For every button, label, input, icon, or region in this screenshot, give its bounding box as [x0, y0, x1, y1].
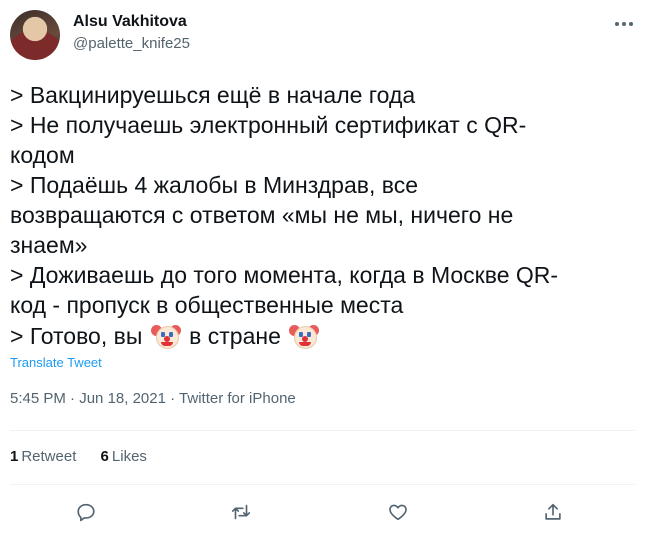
- tweet-line: > Доживаешь до того момента, когда в Мос…: [10, 262, 559, 288]
- tweet-line: > Вакцинируешься ещё в начале года: [10, 82, 416, 108]
- share-icon[interactable]: [538, 497, 568, 527]
- avatar[interactable]: [10, 10, 60, 60]
- author-handle[interactable]: @palette_knife25: [73, 34, 190, 54]
- divider: [10, 430, 635, 431]
- tweet-line-last: > Готово, вы в стране: [10, 320, 635, 351]
- tweet-line-part: > Готово, вы: [10, 323, 143, 349]
- author-names: Alsu Vakhitova @palette_knife25: [73, 12, 190, 54]
- tweet-header: Alsu Vakhitova @palette_knife25: [10, 10, 635, 62]
- retweets-label: Retweet: [21, 448, 77, 465]
- likes-count: 6: [100, 448, 109, 465]
- tweet-actions: [0, 497, 649, 529]
- author-display-name[interactable]: Alsu Vakhitova: [73, 12, 190, 32]
- reply-icon[interactable]: [71, 497, 101, 527]
- divider: [10, 484, 635, 485]
- likes-label: Likes: [111, 448, 147, 465]
- retweet-icon[interactable]: [226, 497, 256, 527]
- tweet-line: знаем»: [10, 232, 88, 258]
- tweet-line: > Подаёшь 4 жалобы в Минздрав, все: [10, 172, 419, 198]
- like-icon[interactable]: [383, 497, 413, 527]
- tweet-text: > Вакцинируешься ещё в начале года > Не …: [10, 80, 635, 351]
- tweet-time[interactable]: 5:45 PM: [10, 390, 66, 407]
- clown-face-icon: [150, 320, 181, 350]
- tweet-meta: 5:45 PM · Jun 18, 2021 · Twitter for iPh…: [10, 390, 296, 407]
- likes-stat[interactable]: 6 Likes: [101, 448, 147, 465]
- tweet-line-part: в стране: [189, 323, 281, 349]
- retweets-count: 1: [10, 448, 19, 465]
- meta-separator: ·: [170, 390, 176, 407]
- tweet-line: кодом: [10, 142, 75, 168]
- tweet-stats: 1 Retweet 6 Likes: [10, 448, 167, 465]
- tweet-source[interactable]: Twitter for iPhone: [179, 390, 296, 407]
- tweet-line: возвращаются с ответом «мы не мы, ничего…: [10, 202, 514, 228]
- translate-tweet-link[interactable]: Translate Tweet: [10, 355, 102, 370]
- tweet-line: код - пропуск в общественные места: [10, 292, 404, 318]
- tweet-line: > Не получаешь электронный сертификат с …: [10, 112, 527, 138]
- retweets-stat[interactable]: 1 Retweet: [10, 448, 76, 465]
- clown-face-icon: [289, 320, 320, 350]
- meta-separator: ·: [70, 390, 76, 407]
- tweet-card: Alsu Vakhitova @palette_knife25 > Вакцин…: [0, 0, 649, 546]
- tweet-date[interactable]: Jun 18, 2021: [79, 390, 166, 407]
- more-options-icon[interactable]: [613, 16, 635, 32]
